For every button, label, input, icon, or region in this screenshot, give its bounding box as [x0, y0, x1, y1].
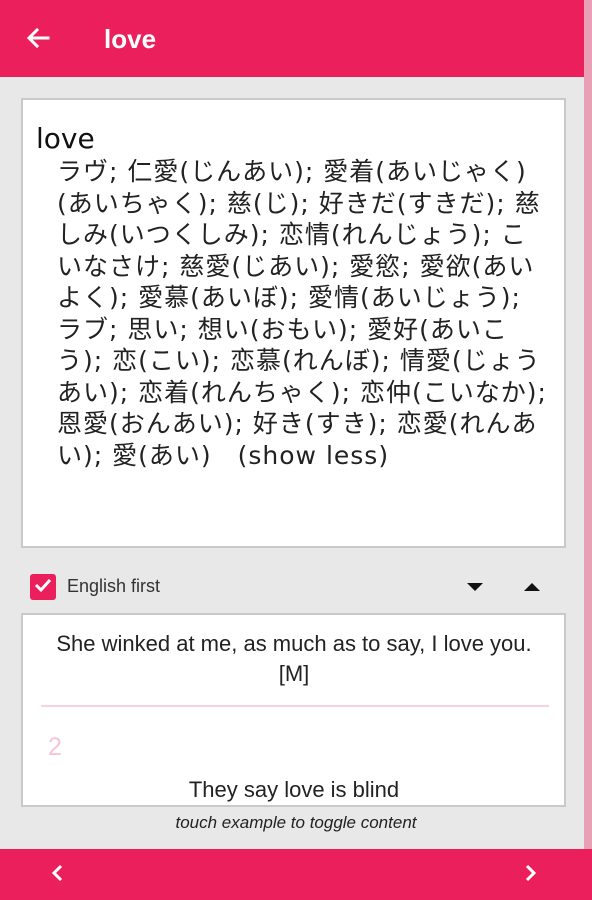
- next-button[interactable]: [512, 857, 548, 893]
- example-number: 2: [48, 733, 62, 761]
- back-button[interactable]: [18, 20, 58, 60]
- chevron-left-icon: [50, 863, 66, 887]
- example-sentence[interactable]: She winked at me, as much as to say, I l…: [39, 629, 549, 689]
- english-first-checkbox[interactable]: [30, 574, 56, 600]
- toggle-hint: touch example to toggle content: [175, 813, 417, 832]
- triangle-up-icon: [523, 578, 541, 597]
- scroll-edge: [584, 0, 592, 900]
- example-divider: [41, 705, 549, 707]
- expand-examples-button[interactable]: [517, 572, 547, 602]
- example-sentence-next[interactable]: They say love is blind: [39, 775, 549, 805]
- options-row: English first: [21, 568, 566, 606]
- definition-card[interactable]: love ラヴ; 仁愛(じんあい); 愛着(あいじゃく)(あいちゃく); 慈(じ…: [21, 98, 566, 548]
- prev-button[interactable]: [40, 857, 76, 893]
- checkmark-icon: [33, 575, 53, 599]
- arrow-left-icon: [24, 24, 52, 56]
- definition-text[interactable]: ラヴ; 仁愛(じんあい); 愛着(あいじゃく)(あいちゃく); 慈(じ); 好き…: [57, 156, 551, 471]
- bottom-nav: [0, 849, 592, 900]
- page-title: love: [104, 24, 157, 54]
- collapse-examples-button[interactable]: [460, 572, 490, 602]
- triangle-down-icon: [466, 578, 484, 597]
- definition-word: love: [36, 122, 95, 155]
- examples-list[interactable]: She winked at me, as much as to say, I l…: [21, 613, 566, 807]
- chevron-right-icon: [522, 863, 538, 887]
- english-first-label: English first: [67, 576, 161, 596]
- app-bar: love: [0, 0, 592, 77]
